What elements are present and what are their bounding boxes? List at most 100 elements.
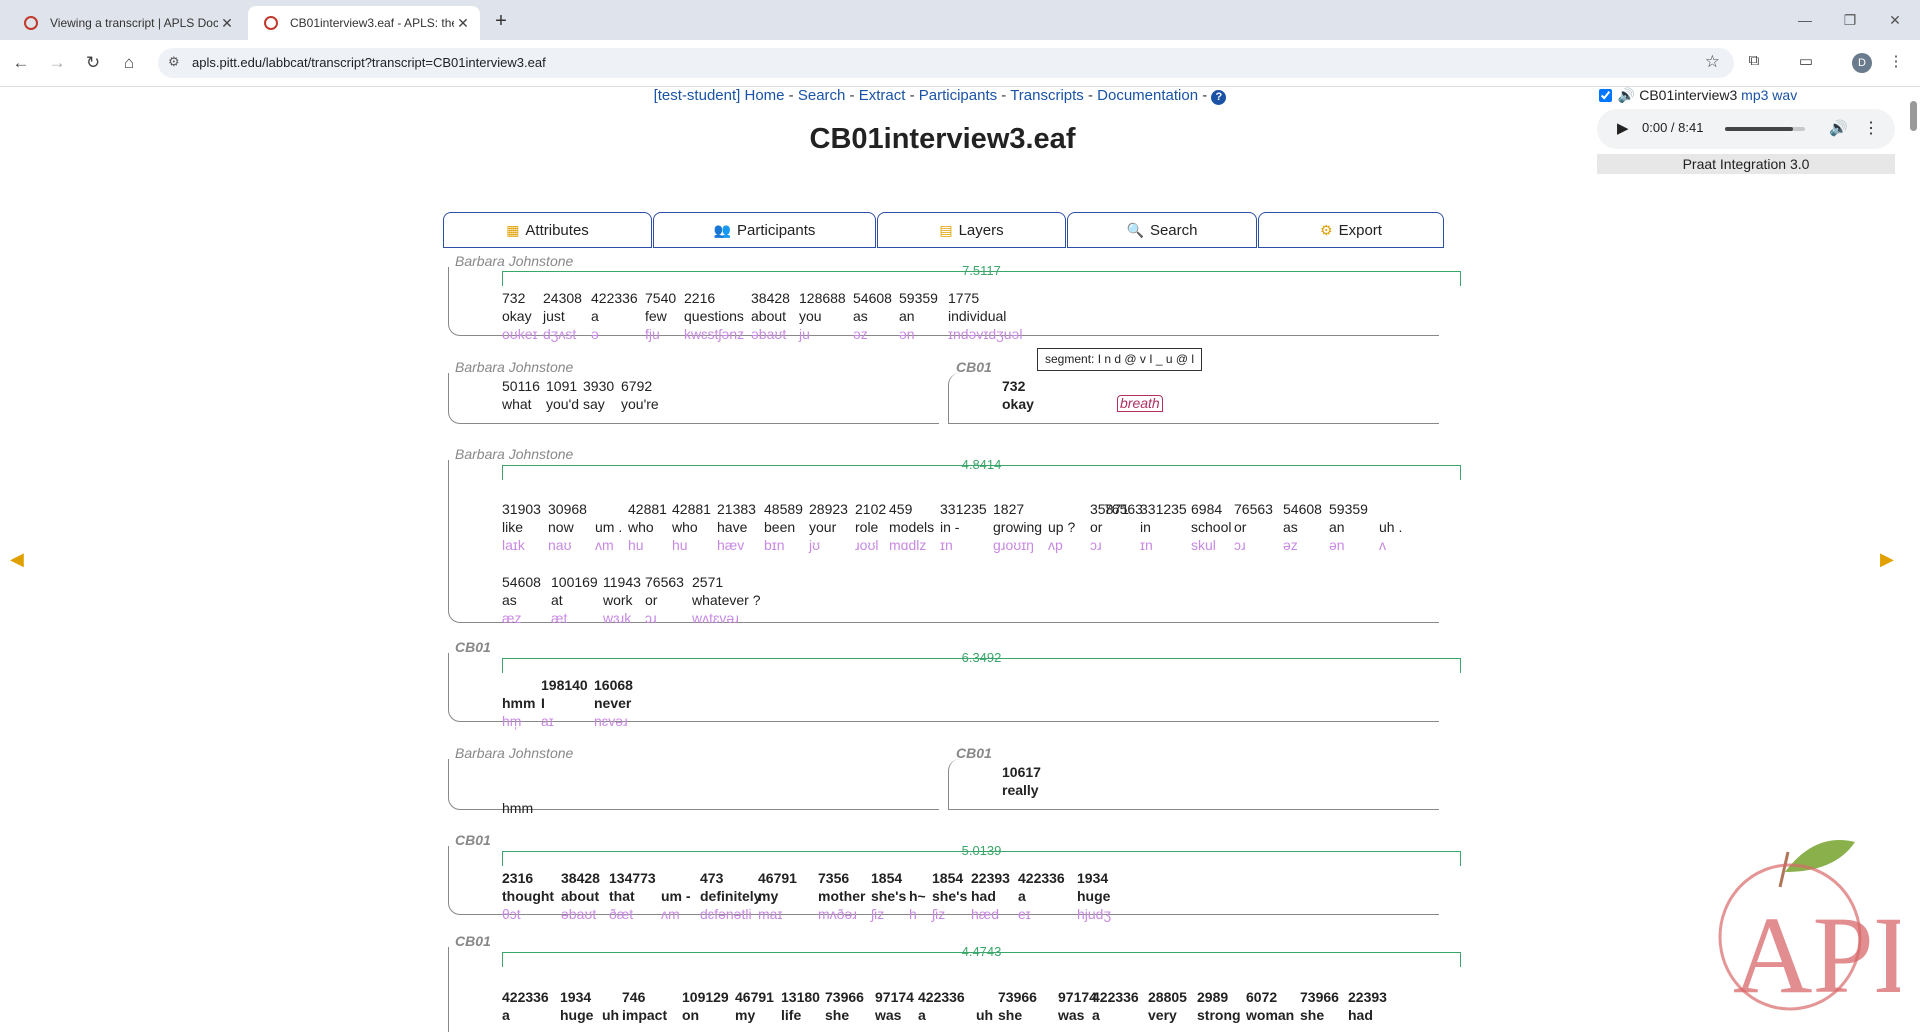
transcript-word[interactable]: 73966 she (825, 988, 864, 1032)
transcript-word[interactable]: 22393 had hæd (971, 869, 1010, 923)
transcript-word[interactable]: 28923 your jʊ (809, 500, 848, 554)
transcript-word[interactable]: uh (602, 988, 619, 1032)
address-bar[interactable]: ⚙ apls.pitt.edu/labbcat/transcript?trans… (158, 48, 1734, 78)
transcript-word[interactable]: hmm (502, 781, 533, 835)
transcript-word[interactable]: 11943 work wɜɹk (603, 573, 641, 627)
transcript-word[interactable]: 59359 an ən (1329, 500, 1368, 554)
transcript-word[interactable]: 2989 strong (1197, 988, 1241, 1032)
progress-slider[interactable] (1725, 127, 1805, 131)
transcript-word[interactable]: 76563 (1104, 500, 1143, 554)
transcript-word[interactable]: 46791 my maɪ (758, 869, 797, 923)
close-icon[interactable]: ✕ (454, 15, 472, 32)
transcript-word[interactable]: 38428 about əbaʊt (751, 289, 790, 343)
transcript-word[interactable]: 732 okay (1002, 377, 1034, 431)
reload-icon[interactable]: ↻ (80, 50, 106, 76)
transcript-word[interactable]: 7356 mother mʌðəɹ (818, 869, 865, 923)
transcript-word[interactable]: 1827 growing gɹoʊɪŋ (993, 500, 1042, 554)
new-tab-plus-icon[interactable]: + (488, 8, 514, 34)
url-text[interactable]: apls.pitt.edu/labbcat/transcript?transcr… (192, 55, 546, 70)
tab-export[interactable]: ⚙ Export (1258, 212, 1444, 248)
transcript-word[interactable]: 48589 been bɪn (764, 500, 803, 554)
transcript-word[interactable]: 1934 huge (560, 988, 593, 1032)
volume-icon[interactable]: 🔊 (1829, 119, 1848, 137)
transcript-word[interactable]: h~ h (909, 869, 926, 923)
transcript-word[interactable]: 134773 that ðæt (609, 869, 656, 923)
tab-layers[interactable]: ▤ Layers (877, 212, 1066, 248)
transcript-word[interactable]: 2571 whatever ? wʌtɛvəɹ (692, 573, 760, 627)
nav-transcripts[interactable]: Transcripts (1010, 87, 1084, 104)
user-link[interactable]: [test-student] (654, 87, 741, 104)
browser-tab-docs[interactable]: Viewing a transcript | APLS Doc ✕ (8, 6, 244, 40)
transcript-word[interactable]: 6792 you're (621, 377, 659, 431)
help-icon[interactable]: ? (1211, 90, 1227, 105)
transcript-word[interactable]: 2216 questions kwɛstʃənz (684, 289, 744, 343)
transcript-word[interactable]: um - ʌm (661, 869, 691, 923)
transcript-word[interactable]: 24308 just dʒʌst (543, 289, 582, 343)
transcript-word[interactable]: 198140 Iaɪ (541, 676, 588, 730)
transcript-word[interactable]: 1854 she's ʃiz (932, 869, 967, 923)
transcript-word[interactable]: 422336 a eɪ (1018, 869, 1065, 923)
kebab-menu-icon[interactable]: ⋮ (1884, 52, 1908, 74)
transcript-word[interactable]: 6072 woman (1246, 988, 1294, 1032)
transcript-word[interactable]: 50116 what (502, 377, 540, 431)
transcript-word[interactable]: 422336 a ə (591, 289, 638, 343)
transcript-word[interactable]: 73966 she (1300, 988, 1339, 1032)
tab-search-icon[interactable]: ▭ (1794, 52, 1818, 74)
restore-icon[interactable]: ❐ (1835, 8, 1865, 32)
home-icon[interactable]: ⌂ (116, 50, 142, 76)
transcript-word[interactable]: 10617 really (1002, 763, 1041, 817)
nav-participants[interactable]: Participants (919, 87, 997, 104)
transcript-word[interactable]: 76563 or ɔɹ (645, 573, 684, 627)
transcript-word[interactable]: 422336 a (1092, 988, 1139, 1032)
close-icon[interactable]: ✕ (218, 15, 236, 32)
transcript-word[interactable]: 746 impact (622, 988, 667, 1032)
transcript-word[interactable]: 38428 about əbaʊt (561, 869, 600, 923)
previous-arrow-icon[interactable]: ◀ (10, 549, 24, 570)
scrollbar-thumb[interactable] (1910, 101, 1917, 131)
transcript-word[interactable]: 46791 my (735, 988, 774, 1032)
next-arrow-icon[interactable]: ▶ (1880, 549, 1894, 570)
transcript-word[interactable]: 42881 who hu (672, 500, 711, 554)
transcript-word[interactable]: 22393 had (1348, 988, 1387, 1032)
transcript-word[interactable]: 2316 thought θɔt (502, 869, 554, 923)
profile-avatar[interactable]: D (1852, 53, 1872, 73)
transcript-word[interactable]: 59359 an ən (899, 289, 938, 343)
transcript-word[interactable]: 13180 life (781, 988, 820, 1032)
minimize-icon[interactable]: — (1790, 8, 1820, 32)
back-arrow-icon[interactable]: ← (8, 50, 34, 76)
transcript-word[interactable]: 473 definitely dɛfənətli (700, 869, 761, 923)
forward-arrow-icon[interactable]: → (44, 50, 70, 76)
transcript-word[interactable]: 732 okay oʊkeɪ (502, 289, 538, 343)
transcript-word[interactable]: um . ʌm (595, 500, 622, 554)
extensions-icon[interactable]: ⧉ (1742, 52, 1766, 74)
transcript-word[interactable]: 1934 huge hjudʒ (1077, 869, 1111, 923)
transcript-word[interactable]: uh . ʌ (1379, 500, 1402, 554)
transcript-word[interactable]: 1091 you'd (546, 377, 579, 431)
transcript-word[interactable]: 100169 at æt (551, 573, 598, 627)
transcript-word[interactable]: 1854 she's ʃiz (871, 869, 906, 923)
site-info-icon[interactable]: ⚙ (168, 54, 180, 70)
nav-extract[interactable]: Extract (859, 87, 906, 104)
transcript-word[interactable]: 42881 who hu (628, 500, 667, 554)
window-close-icon[interactable]: ✕ (1880, 8, 1910, 32)
transcript-word[interactable]: hmm hm̩ (502, 676, 535, 730)
transcript-word[interactable]: 30968 now naʊ (548, 500, 587, 554)
transcript-word[interactable]: 422336 a (918, 988, 965, 1032)
transcript-word[interactable]: 54608 as əz (853, 289, 892, 343)
nav-search[interactable]: Search (798, 87, 846, 104)
tab-participants[interactable]: 👥 Participants (653, 212, 876, 248)
transcript-word[interactable]: 7540 few fju (645, 289, 676, 343)
tab-attributes[interactable]: ▦ Attributes (443, 212, 652, 248)
transcript-word[interactable]: 54608 as əz (1283, 500, 1322, 554)
transcript-word[interactable]: 76563 or ɔɹ (1234, 500, 1273, 554)
transcript-word[interactable]: 21383 have hæv (717, 500, 756, 554)
wav-link[interactable]: wav (1772, 87, 1797, 103)
transcript-word[interactable]: 109129 on (682, 988, 729, 1032)
transcript-word[interactable]: up ? ʌp (1048, 500, 1075, 554)
nav-home[interactable]: Home (744, 87, 784, 104)
transcript-word[interactable]: 31903 like laɪk (502, 500, 541, 554)
transcript-word[interactable]: 331235 in - ɪn (940, 500, 987, 554)
transcript-word[interactable]: 73966 she (998, 988, 1037, 1032)
page-scrollbar[interactable] (1907, 87, 1920, 1032)
bookmark-star-icon[interactable]: ☆ (1705, 52, 1720, 72)
